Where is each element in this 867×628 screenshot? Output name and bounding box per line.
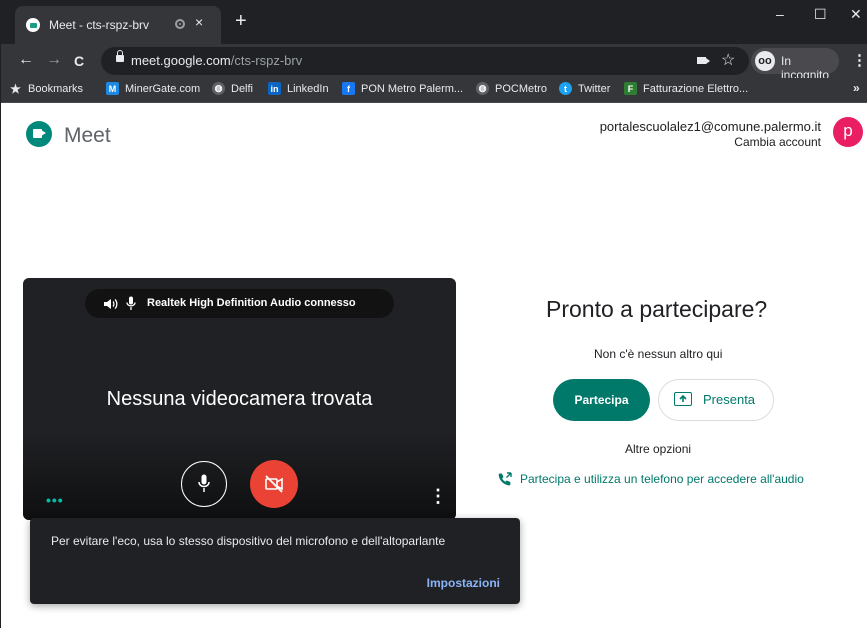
video-preview: Realtek High Definition Audio connesso N…	[23, 278, 456, 520]
bookmark-label: Twitter	[578, 82, 611, 95]
close-window-button[interactable]: ✕	[850, 6, 862, 23]
bookmark-item[interactable]: f PON Metro Palerm...	[342, 82, 463, 95]
no-camera-message: Nessuna videocamera trovata	[106, 388, 373, 410]
url-text: meet.google.com/cts-rspz-brv	[131, 53, 302, 68]
forward-button[interactable]: →	[46, 51, 62, 69]
browser-toolbar: ← → C meet.google.com/cts-rspz-brv ☆ oo …	[1, 44, 867, 82]
minergate-icon: M	[106, 82, 119, 95]
back-button[interactable]: ←	[18, 51, 34, 69]
address-bar[interactable]: meet.google.com/cts-rspz-brv ☆	[101, 47, 749, 75]
tab-title: Meet - cts-rspz-brv	[49, 18, 150, 32]
phone-audio-option[interactable]: Partecipa e utilizza un telefono per acc…	[498, 472, 804, 486]
speaker-icon	[104, 299, 118, 309]
settings-button[interactable]: Impostazioni	[427, 576, 500, 590]
present-icon	[674, 392, 692, 406]
meet-title[interactable]: Meet	[64, 124, 111, 148]
preview-gradient	[23, 430, 456, 520]
facebook-icon: f	[342, 82, 355, 95]
more-options-icon[interactable]: ⋮	[429, 486, 447, 507]
toast-message: Per evitare l'eco, usa lo stesso disposi…	[51, 534, 446, 548]
bookmark-label: POCMetro	[495, 82, 547, 95]
globe-icon: ◍	[212, 82, 225, 95]
microphone-toggle-button[interactable]	[181, 461, 227, 507]
url-path: /cts-rspz-brv	[230, 53, 303, 68]
camera-blocked-icon[interactable]	[697, 57, 710, 64]
echo-warning-toast: Per evitare l'eco, usa lo stesso disposi…	[30, 518, 520, 604]
meet-favicon-icon	[26, 18, 40, 32]
other-options-label: Altre opzioni	[625, 442, 692, 456]
linkedin-icon: in	[268, 82, 281, 95]
bookmark-label: PON Metro Palerm...	[361, 82, 464, 95]
present-label: Presenta	[703, 392, 756, 407]
bookmark-item[interactable]: t Twitter	[559, 82, 610, 95]
tab-close-icon[interactable]: ×	[195, 14, 203, 30]
camera-toggle-button[interactable]	[250, 460, 298, 508]
bookmark-item[interactable]: ★ Bookmarks	[9, 81, 84, 96]
meet-logo-icon[interactable]	[26, 121, 52, 147]
audio-device-pill[interactable]: Realtek High Definition Audio connesso	[85, 289, 394, 318]
present-button[interactable]: Presenta	[658, 379, 774, 421]
browser-menu-icon[interactable]: ⋮	[852, 51, 867, 69]
bookmark-label: Delfi	[231, 82, 254, 95]
incognito-icon: oo	[755, 51, 775, 71]
participants-status: Non c'è nessun altro qui	[594, 347, 723, 361]
bookmark-item[interactable]: in LinkedIn	[268, 82, 329, 95]
new-tab-button[interactable]: +	[235, 10, 247, 33]
bookmark-label: Fatturazione Elettro...	[643, 82, 749, 95]
microphone-icon	[126, 296, 136, 310]
bookmarks-overflow-icon[interactable]: »	[853, 81, 860, 95]
join-button[interactable]: Partecipa	[553, 379, 650, 421]
bookmark-label: MinerGate.com	[125, 82, 201, 95]
camera-off-icon	[265, 475, 283, 493]
bookmark-label: LinkedIn	[287, 82, 329, 95]
url-host: meet.google.com	[131, 53, 231, 68]
reload-button[interactable]: C	[74, 53, 84, 69]
avatar[interactable]: p	[833, 117, 863, 147]
phone-option-label: Partecipa e utilizza un telefono per acc…	[520, 472, 804, 486]
tab-meet[interactable]: Meet - cts-rspz-brv ×	[15, 6, 221, 44]
bookmark-star-icon[interactable]: ☆	[721, 50, 735, 70]
fatturazione-icon: F	[624, 82, 637, 95]
recording-indicator-icon	[175, 19, 185, 29]
browser-window: Meet - cts-rspz-brv × + – ☐ ✕ ← → C meet…	[0, 0, 867, 628]
bookmark-label: Bookmarks	[28, 82, 84, 95]
visual-effects-icon[interactable]: •••	[46, 492, 64, 508]
bookmark-item[interactable]: M MinerGate.com	[106, 82, 200, 95]
audio-device-label: Realtek High Definition Audio connesso	[147, 297, 356, 309]
bookmark-item[interactable]: ◍ POCMetro	[476, 82, 547, 95]
globe-icon: ◍	[476, 82, 489, 95]
tab-strip: Meet - cts-rspz-brv × + – ☐ ✕	[1, 0, 867, 44]
minimize-button[interactable]: –	[776, 6, 784, 22]
phone-icon	[498, 472, 512, 486]
bookmark-item[interactable]: F Fatturazione Elettro...	[624, 82, 748, 95]
bookmarks-bar: ★ Bookmarks M MinerGate.com ◍ Delfi in Linke…	[1, 78, 867, 103]
star-icon: ★	[10, 81, 21, 96]
switch-account-link[interactable]: Cambia account	[734, 135, 821, 149]
twitter-icon: t	[559, 82, 572, 95]
incognito-badge[interactable]: oo In incognito	[751, 48, 839, 82]
bookmark-item[interactable]: ◍ Delfi	[212, 82, 253, 95]
maximize-button[interactable]: ☐	[814, 6, 827, 23]
lock-icon	[116, 50, 124, 62]
account-email: portalescuolalez1@comune.palermo.it	[599, 119, 821, 134]
ready-title: Pronto a partecipare?	[546, 296, 768, 322]
microphone-icon	[198, 474, 210, 492]
